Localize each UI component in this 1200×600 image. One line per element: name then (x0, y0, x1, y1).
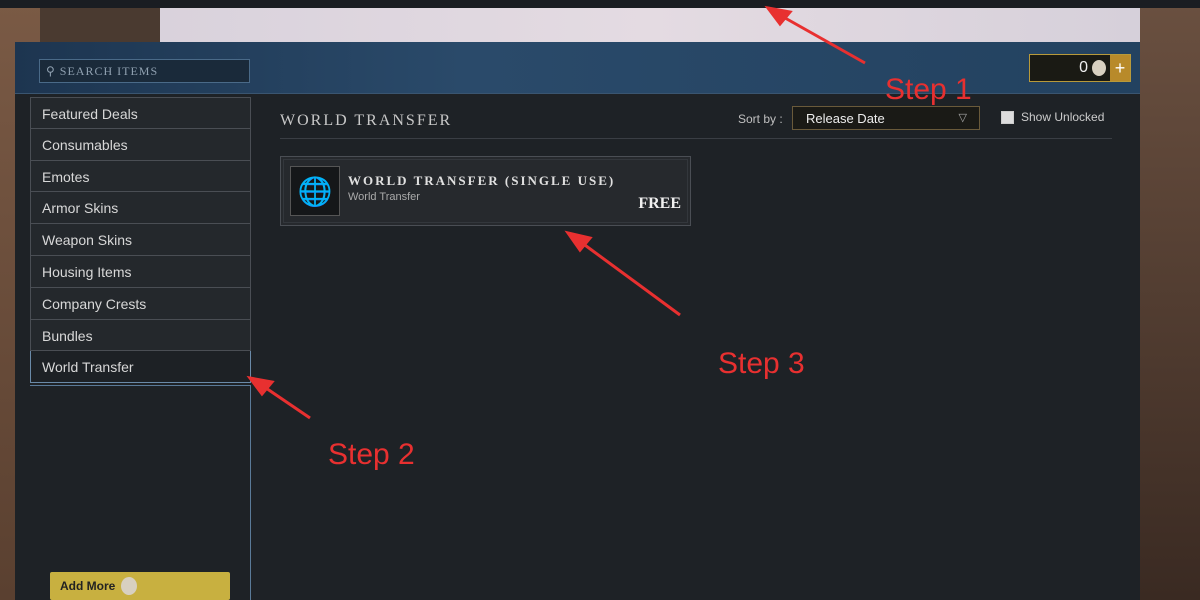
annotation-step1: Step 1 (885, 73, 972, 106)
annotation-step3: Step 3 (718, 347, 805, 380)
annotation-arrows (246, 5, 866, 420)
arrow-step3 (577, 238, 681, 317)
arrow-step1 (777, 12, 866, 65)
annotation-step2: Step 2 (328, 438, 415, 471)
